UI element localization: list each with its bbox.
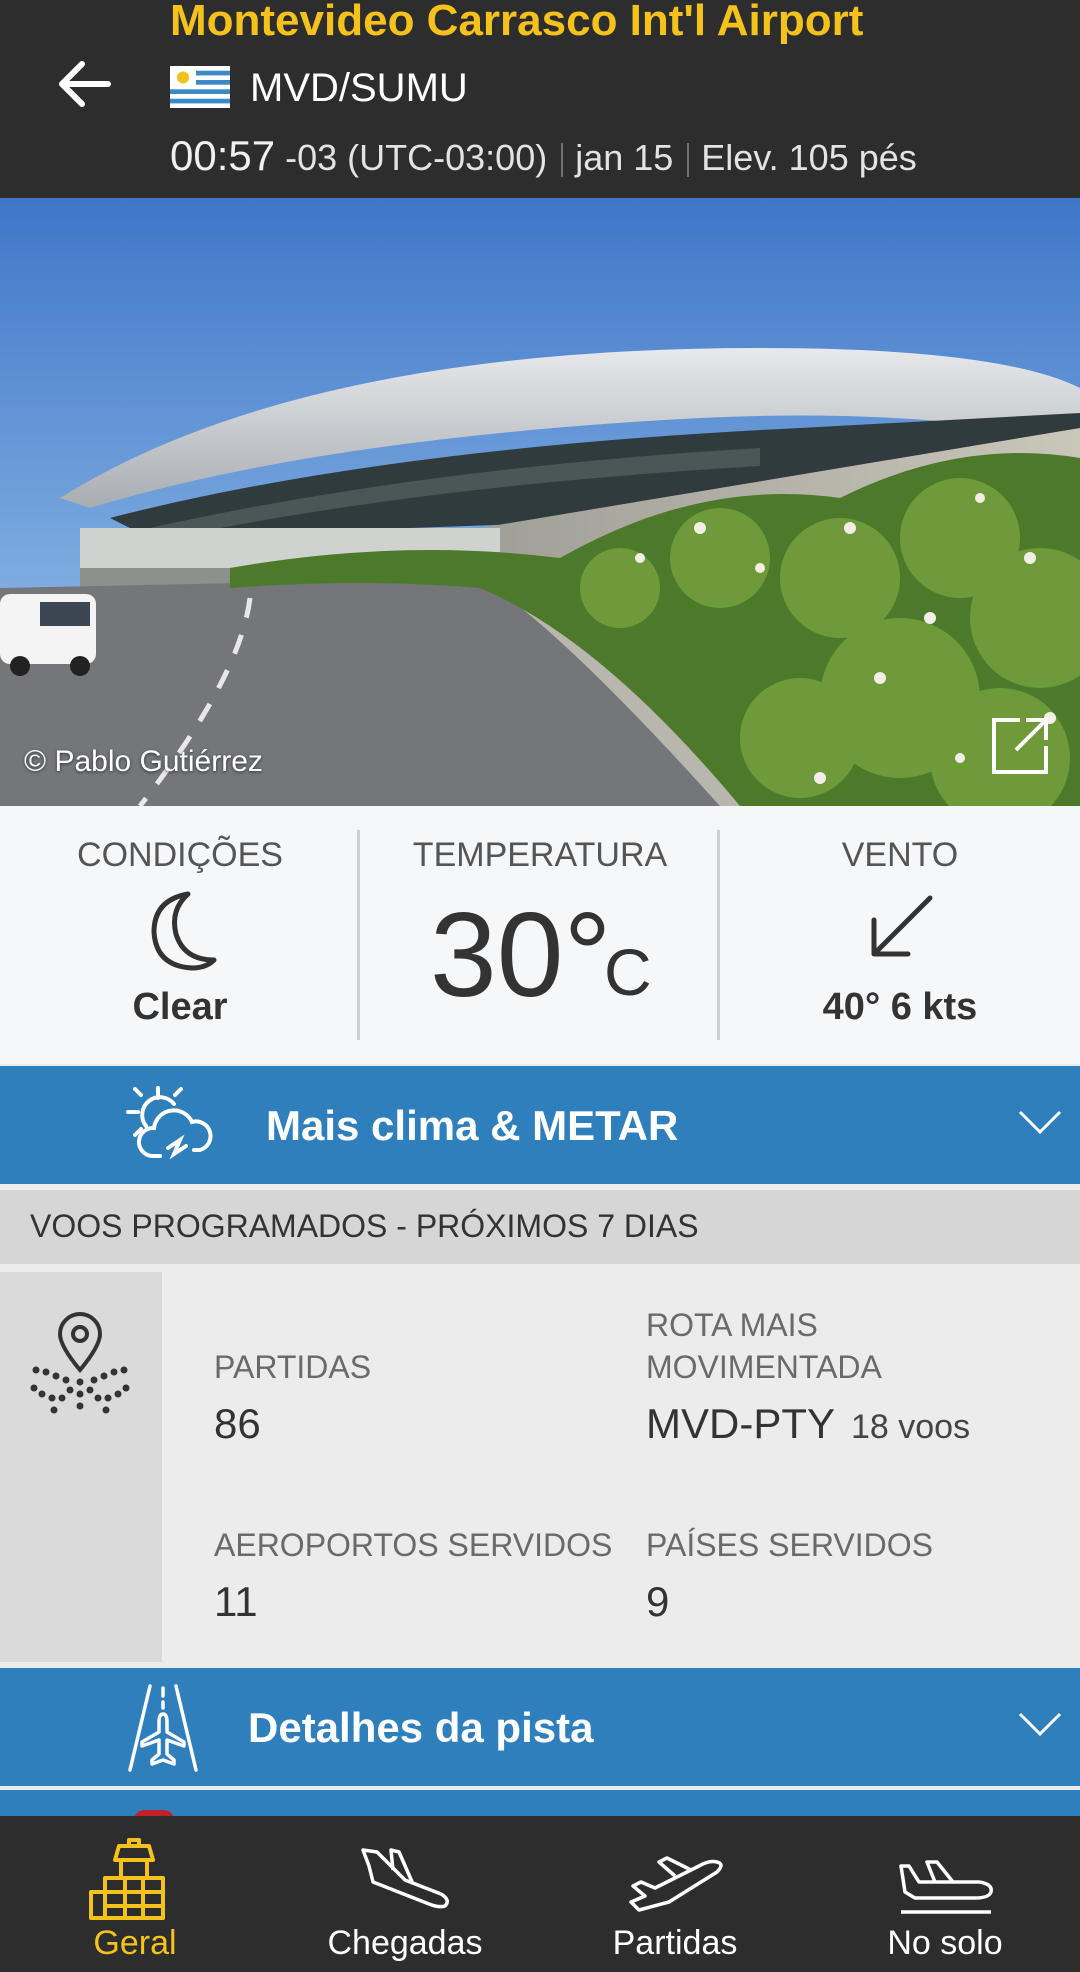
timezone: -03 (UTC-03:00): [285, 137, 548, 178]
arrow-down-left-icon: [871, 895, 933, 957]
countries-served-value: 9: [646, 1578, 670, 1625]
wind-column: VENTO 40° 6 kts: [720, 806, 1080, 1064]
nav-tab-geral[interactable]: Geral: [0, 1816, 270, 1972]
nav-tab-chegadas[interactable]: Chegadas: [270, 1816, 540, 1972]
more-weather-metar-bar[interactable]: Mais clima & METAR: [0, 1066, 1080, 1184]
weather-summary: CONDIÇÕES Clear TEMPERATURA 30° C VENTO …: [0, 806, 1080, 1064]
photo-credit: © Pablo Gutiérrez: [24, 745, 263, 778]
runway-details-title: Detalhes da pista: [248, 1704, 594, 1751]
temperature-column: TEMPERATURA 30° C: [360, 806, 720, 1064]
airport-photo[interactable]: [0, 198, 1080, 806]
busiest-route-value: MVD-PTY 18 voos: [646, 1400, 970, 1448]
map-pin-routes-icon: [30, 1312, 130, 1414]
wind-value: 40° 6 kts: [822, 986, 978, 1028]
countries-served-label: PAÍSES SERVIDOS: [646, 1527, 933, 1563]
bottom-navigation: Geral Chegadas Partidas No solo: [0, 1816, 1080, 1972]
busiest-route-label-1: ROTA MAIS: [646, 1307, 818, 1343]
nav-label-partidas: Partidas: [612, 1924, 738, 1962]
runway-details-bar[interactable]: Detalhes da pista: [0, 1668, 1080, 1786]
local-time: 00:57: [170, 132, 276, 179]
plane-landing-icon: [361, 1848, 449, 1909]
schedule-icon-panel: [0, 1272, 162, 1662]
nav-label-no-solo: No solo: [887, 1924, 1003, 1962]
runway-plane-icon: [128, 1684, 198, 1772]
departures-label: PARTIDAS: [214, 1349, 372, 1385]
conditions-value: Clear: [132, 986, 228, 1028]
airport-meta-line: 00:57 -03 (UTC-03:00) jan 15 Elev. 105 pés: [170, 132, 917, 180]
scheduled-flights-heading: VOOS PROGRAMADOS - PRÓXIMOS 7 DIAS: [0, 1190, 1080, 1264]
app-header: Montevideo Carrasco Int'l Airport MVD/SU…: [0, 0, 1080, 198]
temperature-unit: C: [604, 935, 652, 1009]
nav-label-geral: Geral: [93, 1924, 177, 1962]
busiest-route-code: MVD-PTY: [646, 1400, 835, 1447]
plane-ground-icon: [899, 1860, 993, 1914]
uruguay-flag-icon: [170, 66, 230, 108]
elevation: Elev. 105 pés: [701, 137, 917, 178]
busiest-route-count: 18 voos: [851, 1408, 971, 1446]
chevron-down-icon: [1018, 1712, 1062, 1737]
conditions-label: CONDIÇÕES: [77, 836, 283, 874]
nav-tab-no-solo[interactable]: No solo: [810, 1816, 1080, 1972]
airport-name: Montevideo Carrasco Int'l Airport: [170, 0, 864, 45]
airport-tower-icon: [89, 1838, 165, 1920]
back-arrow-icon[interactable]: [52, 52, 116, 116]
conditions-column: CONDIÇÕES Clear: [0, 806, 360, 1064]
local-date: jan 15: [575, 137, 674, 178]
wind-label: VENTO: [841, 836, 959, 874]
airports-served-value: 11: [214, 1578, 258, 1625]
scheduled-flights-heading-text: VOOS PROGRAMADOS - PRÓXIMOS 7 DIAS: [30, 1208, 699, 1244]
temperature-label: TEMPERATURA: [412, 836, 668, 874]
nav-tab-partidas[interactable]: Partidas: [540, 1816, 810, 1972]
chevron-down-icon: [1018, 1110, 1062, 1135]
airport-codes: MVD/SUMU: [250, 66, 468, 110]
scheduled-flights-stats: PARTIDAS 86 ROTA MAIS MOVIMENTADA MVD-PT…: [0, 1272, 1080, 1662]
nav-label-chegadas: Chegadas: [327, 1924, 483, 1962]
airports-served-label: AEROPORTOS SERVIDOS: [214, 1527, 613, 1563]
moon-icon: [151, 891, 217, 971]
busiest-route-label-2: MOVIMENTADA: [646, 1349, 882, 1385]
meta-separator: [687, 143, 690, 178]
plane-takeoff-icon: [629, 1856, 723, 1912]
temperature-value: 30°: [430, 888, 612, 1022]
sun-cloud-icon: [126, 1086, 213, 1160]
more-weather-title: Mais clima & METAR: [266, 1102, 679, 1149]
expand-icon[interactable]: [990, 716, 1050, 776]
meta-separator: [561, 143, 564, 178]
departures-value: 86: [214, 1400, 261, 1447]
